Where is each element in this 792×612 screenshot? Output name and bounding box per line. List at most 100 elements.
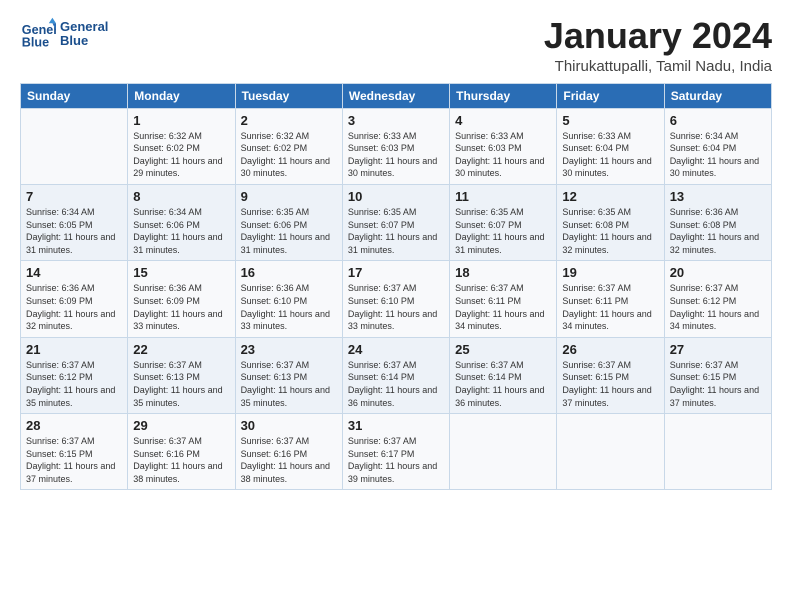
calendar-header-cell: Friday	[557, 83, 664, 108]
calendar-cell: 5Sunrise: 6:33 AMSunset: 6:04 PMDaylight…	[557, 108, 664, 184]
calendar-cell: 30 Sunrise: 6:37 AMSunset: 6:16 PMDayligh…	[235, 414, 342, 490]
calendar-cell: 21 Sunrise: 6:37 AMSunset: 6:12 PMDayligh…	[21, 337, 128, 413]
calendar-cell: 27 Sunrise: 6:37 AMSunset: 6:15 PMDayligh…	[664, 337, 771, 413]
calendar-cell: 10Sunrise: 6:35 AMSunset: 6:07 PMDayligh…	[342, 184, 449, 260]
calendar-week-row: 1 Sunrise: 6:32 AMSunset: 6:02 PMDaylight…	[21, 108, 772, 184]
day-number: 28	[26, 418, 122, 433]
day-number: 8	[133, 189, 229, 204]
page-title: January 2024	[544, 16, 772, 56]
calendar-header-row: SundayMondayTuesdayWednesdayThursdayFrid…	[21, 83, 772, 108]
calendar-cell: 28 Sunrise: 6:37 AMSunset: 6:15 PMDayligh…	[21, 414, 128, 490]
calendar-cell: 20 Sunrise: 6:37 AMSunset: 6:12 PMDayligh…	[664, 261, 771, 337]
calendar-week-row: 21 Sunrise: 6:37 AMSunset: 6:12 PMDayligh…	[21, 337, 772, 413]
logo-text: General Blue	[60, 20, 108, 49]
day-number: 1	[133, 113, 229, 128]
cell-info: Sunrise: 6:37 AMSunset: 6:16 PMDaylight:…	[241, 436, 330, 484]
calendar-week-row: 7 Sunrise: 6:34 AMSunset: 6:05 PMDaylight…	[21, 184, 772, 260]
logo: General Blue General Blue	[20, 16, 108, 52]
cell-info: Sunrise: 6:36 AMSunset: 6:09 PMDaylight:…	[133, 283, 222, 331]
calendar-cell: 8Sunrise: 6:34 AMSunset: 6:06 PMDaylight…	[128, 184, 235, 260]
day-number: 30	[241, 418, 337, 433]
calendar-cell: 12 Sunrise: 6:35 AMSunset: 6:08 PMDayligh…	[557, 184, 664, 260]
cell-info: Sunrise: 6:35 AMSunset: 6:06 PMDaylight:…	[241, 207, 330, 255]
day-number: 20	[670, 265, 766, 280]
day-number: 7	[26, 189, 122, 204]
day-number: 11	[455, 189, 551, 204]
day-number: 15	[133, 265, 229, 280]
cell-info: Sunrise: 6:36 AMSunset: 6:08 PMDaylight:…	[670, 207, 759, 255]
calendar-cell: 18 Sunrise: 6:37 AMSunset: 6:11 PMDayligh…	[450, 261, 557, 337]
calendar-cell	[664, 414, 771, 490]
day-number: 6	[670, 113, 766, 128]
calendar-body: 1 Sunrise: 6:32 AMSunset: 6:02 PMDaylight…	[21, 108, 772, 490]
calendar-cell: 29 Sunrise: 6:37 AMSunset: 6:16 PMDayligh…	[128, 414, 235, 490]
cell-info: Sunrise: 6:35 AMSunset: 6:07 PMDaylight:…	[455, 207, 544, 255]
calendar-week-row: 28 Sunrise: 6:37 AMSunset: 6:15 PMDayligh…	[21, 414, 772, 490]
day-number: 26	[562, 342, 658, 357]
cell-info: Sunrise: 6:32 AMSunset: 6:02 PMDaylight:…	[133, 131, 222, 179]
day-number: 14	[26, 265, 122, 280]
cell-info: Sunrise: 6:37 AMSunset: 6:10 PMDaylight:…	[348, 283, 437, 331]
cell-info: Sunrise: 6:34 AMSunset: 6:05 PMDaylight:…	[26, 207, 115, 255]
header: General Blue General Blue January 2024 T…	[20, 16, 772, 75]
calendar-table: SundayMondayTuesdayWednesdayThursdayFrid…	[20, 83, 772, 491]
day-number: 25	[455, 342, 551, 357]
day-number: 3	[348, 113, 444, 128]
cell-info: Sunrise: 6:33 AMSunset: 6:03 PMDaylight:…	[348, 131, 437, 179]
day-number: 9	[241, 189, 337, 204]
calendar-cell: 4Sunrise: 6:33 AMSunset: 6:03 PMDaylight…	[450, 108, 557, 184]
calendar-cell: 24 Sunrise: 6:37 AMSunset: 6:14 PMDayligh…	[342, 337, 449, 413]
day-number: 27	[670, 342, 766, 357]
cell-info: Sunrise: 6:35 AMSunset: 6:08 PMDaylight:…	[562, 207, 651, 255]
calendar-cell: 17Sunrise: 6:37 AMSunset: 6:10 PMDayligh…	[342, 261, 449, 337]
cell-info: Sunrise: 6:37 AMSunset: 6:14 PMDaylight:…	[455, 360, 544, 408]
calendar-header-cell: Monday	[128, 83, 235, 108]
cell-info: Sunrise: 6:32 AMSunset: 6:02 PMDaylight:…	[241, 131, 330, 179]
cell-info: Sunrise: 6:37 AMSunset: 6:15 PMDaylight:…	[26, 436, 115, 484]
cell-info: Sunrise: 6:35 AMSunset: 6:07 PMDaylight:…	[348, 207, 437, 255]
cell-info: Sunrise: 6:34 AMSunset: 6:04 PMDaylight:…	[670, 131, 759, 179]
day-number: 24	[348, 342, 444, 357]
day-number: 19	[562, 265, 658, 280]
calendar-cell: 25 Sunrise: 6:37 AMSunset: 6:14 PMDayligh…	[450, 337, 557, 413]
day-number: 5	[562, 113, 658, 128]
calendar-header-cell: Wednesday	[342, 83, 449, 108]
calendar-cell: 11 Sunrise: 6:35 AMSunset: 6:07 PMDayligh…	[450, 184, 557, 260]
cell-info: Sunrise: 6:37 AMSunset: 6:12 PMDaylight:…	[26, 360, 115, 408]
cell-info: Sunrise: 6:36 AMSunset: 6:09 PMDaylight:…	[26, 283, 115, 331]
day-number: 12	[562, 189, 658, 204]
calendar-cell: 14 Sunrise: 6:36 AMSunset: 6:09 PMDayligh…	[21, 261, 128, 337]
cell-info: Sunrise: 6:37 AMSunset: 6:11 PMDaylight:…	[455, 283, 544, 331]
title-block: January 2024 Thirukattupalli, Tamil Nadu…	[544, 16, 772, 75]
cell-info: Sunrise: 6:37 AMSunset: 6:15 PMDaylight:…	[670, 360, 759, 408]
calendar-cell: 19 Sunrise: 6:37 AMSunset: 6:11 PMDayligh…	[557, 261, 664, 337]
day-number: 18	[455, 265, 551, 280]
cell-info: Sunrise: 6:37 AMSunset: 6:13 PMDaylight:…	[241, 360, 330, 408]
cell-info: Sunrise: 6:37 AMSunset: 6:17 PMDaylight:…	[348, 436, 437, 484]
logo-icon: General Blue	[20, 16, 56, 52]
calendar-header-cell: Sunday	[21, 83, 128, 108]
cell-info: Sunrise: 6:33 AMSunset: 6:03 PMDaylight:…	[455, 131, 544, 179]
day-number: 23	[241, 342, 337, 357]
calendar-cell: 15 Sunrise: 6:36 AMSunset: 6:09 PMDayligh…	[128, 261, 235, 337]
calendar-cell	[450, 414, 557, 490]
day-number: 2	[241, 113, 337, 128]
cell-info: Sunrise: 6:37 AMSunset: 6:11 PMDaylight:…	[562, 283, 651, 331]
calendar-cell: 23 Sunrise: 6:37 AMSunset: 6:13 PMDayligh…	[235, 337, 342, 413]
calendar-cell: 22Sunrise: 6:37 AMSunset: 6:13 PMDayligh…	[128, 337, 235, 413]
cell-info: Sunrise: 6:37 AMSunset: 6:14 PMDaylight:…	[348, 360, 437, 408]
calendar-cell: 2 Sunrise: 6:32 AMSunset: 6:02 PMDaylight…	[235, 108, 342, 184]
calendar-cell: 3 Sunrise: 6:33 AMSunset: 6:03 PMDaylight…	[342, 108, 449, 184]
cell-info: Sunrise: 6:37 AMSunset: 6:12 PMDaylight:…	[670, 283, 759, 331]
cell-info: Sunrise: 6:37 AMSunset: 6:13 PMDaylight:…	[133, 360, 222, 408]
calendar-cell: 31Sunrise: 6:37 AMSunset: 6:17 PMDayligh…	[342, 414, 449, 490]
calendar-cell: 13Sunrise: 6:36 AMSunset: 6:08 PMDayligh…	[664, 184, 771, 260]
calendar-cell: 7 Sunrise: 6:34 AMSunset: 6:05 PMDaylight…	[21, 184, 128, 260]
cell-info: Sunrise: 6:37 AMSunset: 6:16 PMDaylight:…	[133, 436, 222, 484]
calendar-cell: 9 Sunrise: 6:35 AMSunset: 6:06 PMDaylight…	[235, 184, 342, 260]
day-number: 21	[26, 342, 122, 357]
calendar-header-cell: Thursday	[450, 83, 557, 108]
day-number: 16	[241, 265, 337, 280]
day-number: 29	[133, 418, 229, 433]
calendar-cell	[21, 108, 128, 184]
